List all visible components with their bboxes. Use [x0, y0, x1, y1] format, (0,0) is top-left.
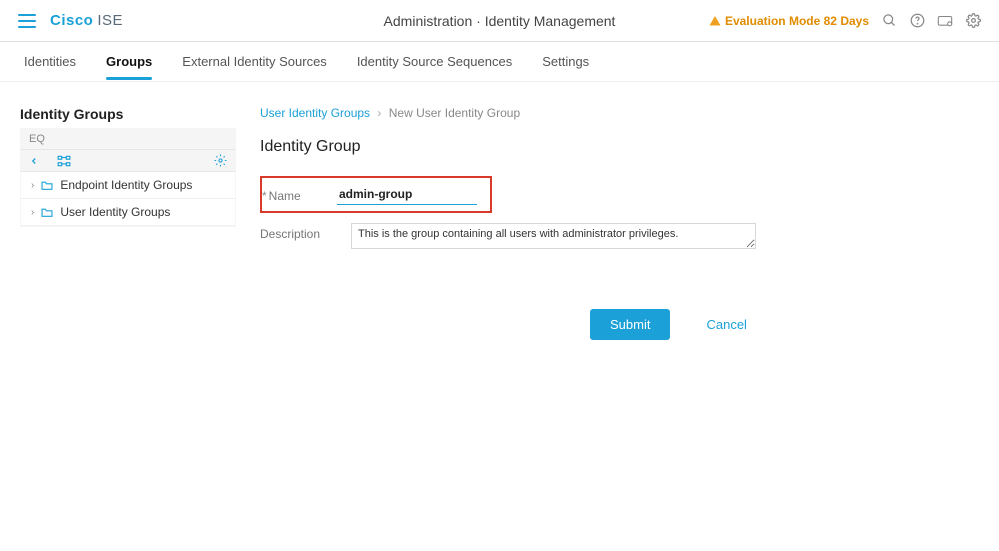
description-row: Description: [260, 223, 939, 249]
eval-text: Evaluation Mode 82 Days: [725, 14, 869, 28]
tab-bar: Identities Groups External Identity Sour…: [0, 42, 999, 82]
description-input[interactable]: [351, 223, 756, 249]
form-actions: Submit Cancel: [590, 309, 939, 340]
brand-primary: Cisco: [50, 12, 93, 29]
chevron-right-icon: ›: [31, 180, 34, 191]
settings-icon[interactable]: [965, 13, 981, 29]
back-icon[interactable]: [29, 156, 39, 166]
topbar-right: Evaluation Mode 82 Days: [709, 13, 981, 29]
tree-item-label: User Identity Groups: [60, 205, 170, 219]
chevron-right-icon: ›: [31, 207, 34, 218]
folder-icon: [40, 207, 54, 218]
sidebar-title: Identity Groups: [20, 106, 236, 122]
page-title: Administration · Identity Management: [384, 13, 616, 29]
evaluation-badge[interactable]: Evaluation Mode 82 Days: [709, 14, 869, 28]
main-panel: User Identity Groups › New User Identity…: [260, 106, 979, 340]
help-icon[interactable]: [909, 13, 925, 29]
content: Identity Groups EQ ›: [0, 82, 999, 340]
name-field-highlight: *Name: [260, 176, 492, 213]
tab-identities[interactable]: Identities: [24, 44, 76, 79]
name-label: *Name: [262, 187, 337, 203]
menu-icon[interactable]: [18, 14, 36, 28]
sidebar: Identity Groups EQ ›: [20, 106, 236, 340]
chevron-right-icon: ›: [377, 106, 381, 120]
tree-icon[interactable]: [57, 155, 71, 167]
breadcrumb: User Identity Groups › New User Identity…: [260, 106, 939, 120]
filter-icon: EQ: [29, 133, 45, 145]
warning-icon: [709, 15, 721, 27]
notifications-icon[interactable]: [937, 13, 953, 29]
page-heading: Identity Group: [260, 138, 939, 156]
submit-button[interactable]: Submit: [590, 309, 670, 340]
sidebar-toolbar: [21, 150, 235, 172]
tree-item-user-groups[interactable]: › User Identity Groups: [21, 199, 235, 226]
tree-item-label: Endpoint Identity Groups: [60, 178, 192, 192]
brand-logo: CiscoISE: [50, 12, 123, 29]
sidebar-panel: EQ › Endpo: [20, 128, 236, 227]
tree-item-endpoint-groups[interactable]: › Endpoint Identity Groups: [21, 172, 235, 199]
gear-icon[interactable]: [214, 154, 227, 167]
brand-secondary: ISE: [97, 12, 123, 29]
tab-identity-source-sequences[interactable]: Identity Source Sequences: [357, 44, 512, 79]
name-input[interactable]: [337, 184, 477, 205]
search-icon[interactable]: [881, 13, 897, 29]
cancel-button[interactable]: Cancel: [706, 317, 746, 332]
tab-groups[interactable]: Groups: [106, 44, 152, 79]
breadcrumb-link[interactable]: User Identity Groups: [260, 106, 370, 120]
folder-icon: [40, 180, 54, 191]
tab-settings[interactable]: Settings: [542, 44, 589, 79]
topbar: CiscoISE Administration · Identity Manag…: [0, 0, 999, 42]
breadcrumb-current: New User Identity Group: [389, 106, 520, 120]
tab-external-identity-sources[interactable]: External Identity Sources: [182, 44, 327, 79]
sidebar-search[interactable]: EQ: [21, 129, 235, 150]
description-label: Description: [260, 223, 335, 241]
